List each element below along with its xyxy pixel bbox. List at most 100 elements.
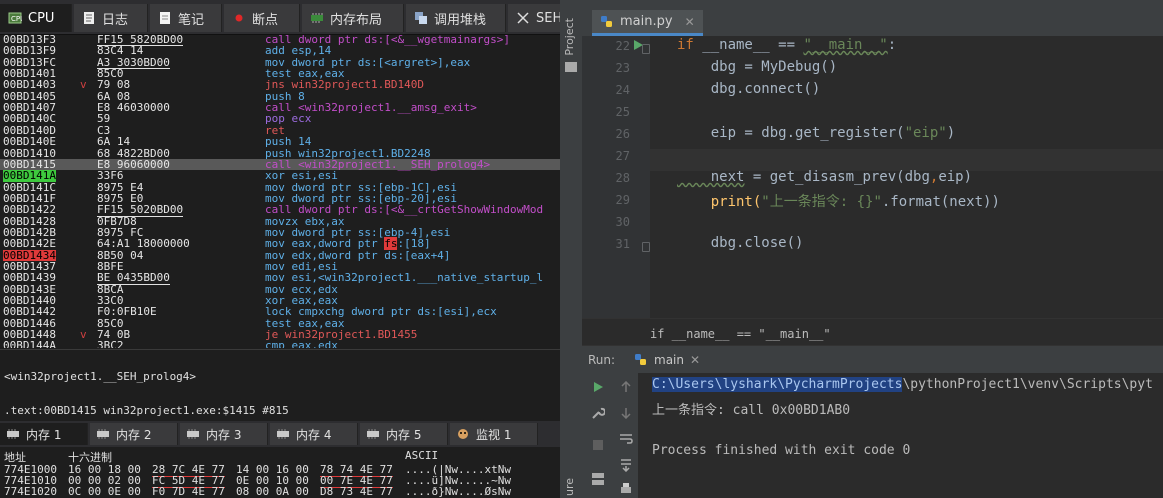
disasm-address: 00BD140E (3, 135, 56, 149)
console-command-line[interactable]: C:\Users\lyshark\PycharmProjects\pythonP… (652, 377, 1153, 392)
code-token: = get_disasm_prev(dbg (744, 169, 930, 185)
close-icon[interactable]: ✕ (690, 353, 700, 367)
soft-wrap-icon[interactable] (618, 431, 634, 447)
disasm-address: 00BD1422 (3, 203, 56, 217)
tab-breakpoint[interactable]: 断点 (224, 4, 300, 32)
dump-tab-bar: 内存 1 内存 2 内存 3 内存 4 内存 5 监视 1 (0, 421, 560, 447)
dump-tab-5[interactable]: 内存 5 (360, 423, 448, 445)
breakpoint-icon (232, 11, 246, 25)
dump-row[interactable]: 774E1020 0C 00 0E 00 F0 7D 4E 77 08 00 0A 0… (0, 485, 560, 498)
line-number: 27 (615, 149, 630, 163)
dump-row[interactable]: 774E1000 16 00 18 00 28 7C 4E 77 14 00 16 0… (0, 463, 560, 477)
stop-icon[interactable] (590, 437, 606, 453)
scroll-down-icon[interactable] (618, 405, 634, 421)
jump-arrow-icon: v (80, 328, 87, 342)
structure-tool-button[interactable]: ure (563, 478, 576, 496)
disasm-row[interactable]: 00BD141A 33F6 xor esi,esi (0, 169, 560, 183)
dump-tab-2[interactable]: 内存 2 (90, 423, 178, 445)
run-toolbar (582, 373, 638, 498)
disasm-instruction: add esp,14 (265, 44, 332, 58)
breadcrumb-item[interactable]: if __name__ == "__main__" (650, 327, 831, 341)
dump-ascii: ....ð}Nw....ØsNw (405, 485, 511, 498)
code-token: next (677, 169, 745, 185)
dump-addr: 774E1020 (4, 485, 57, 498)
info-location: .text:00BD1415 win32project1.exe:$1415 #… (4, 404, 289, 417)
tab-memory-map[interactable]: 内存布局 (302, 4, 404, 32)
tab-label: SEH (536, 10, 560, 26)
disasm-row[interactable]: 00BD142E 64:A1 18000000 mov eax,dword ptr … (0, 237, 560, 251)
fold-marker-icon[interactable] (642, 44, 650, 54)
code-line[interactable]: dbg = MyDebug() (677, 59, 837, 75)
dump-tab-1[interactable]: 内存 1 (0, 423, 88, 445)
tab-notes[interactable]: 笔记 (150, 4, 222, 32)
code-editor[interactable]: 22 23 24 25 26 27 28 29 30 31 if __name__ == "__ma… (582, 36, 1163, 318)
disasm-row[interactable]: 00BD140E 6A 14 push 14 (0, 135, 560, 149)
code-line[interactable]: print("上一条指令: {}".format(next)) (677, 191, 1000, 211)
dump-h3: 08 00 0A 00 (236, 485, 309, 498)
tab-main-py[interactable]: main.py ✕ (592, 10, 703, 36)
project-tool-button[interactable]: Project (563, 18, 576, 56)
breadcrumb[interactable]: if __name__ == "__main__" (582, 318, 1163, 345)
disassembly-view[interactable]: 00BD13F3 FF15 5820BD00 call dword ptr ds:[… (0, 34, 560, 348)
disasm-address: 00BD141A (3, 169, 56, 183)
scroll-to-end-icon[interactable] (618, 457, 634, 473)
code-token: ) (946, 125, 956, 141)
dump-row[interactable]: 774E1010 00 00 02 00 FC 5D 4E 77 0E 00 10 0… (0, 474, 560, 488)
layout-icon[interactable] (590, 471, 606, 487)
current-line-highlight (650, 149, 1163, 171)
dump-tab-4[interactable]: 内存 4 (270, 423, 358, 445)
run-tab-main[interactable]: main ✕ (628, 349, 706, 371)
dump-tab-3[interactable]: 内存 3 (180, 423, 268, 445)
disasm-row[interactable]: 00BD144A 3BC2 cmp eax,edx (0, 340, 560, 348)
tab-call-stack[interactable]: 调用堆栈 (406, 4, 506, 32)
dump-header-ascii: ASCII (405, 449, 439, 462)
disasm-row[interactable]: 00BD1439 BE 0435BD00 mov esi,<win32project… (0, 271, 560, 285)
disasm-address: 00BD1439 (3, 271, 56, 285)
info-panel: <win32project1.__SEH_prolog4> .text:00BD… (0, 349, 560, 422)
tab-label: 断点 (252, 12, 279, 28)
rerun-icon[interactable] (590, 379, 606, 395)
fold-marker-icon[interactable] (642, 242, 650, 252)
code-line[interactable]: eip = dbg.get_register("eip") (677, 125, 955, 141)
code-token: print( (677, 194, 762, 210)
memory-icon (96, 427, 110, 441)
code-line[interactable]: dbg.close() (677, 235, 804, 251)
dump-tab-label: 监视 1 (476, 427, 512, 442)
tool-window-strip: Project ure (560, 0, 583, 498)
disasm-bytes: 6A 14 (97, 135, 131, 149)
disasm-address: 00BD13F9 (3, 44, 56, 58)
dump-h1: 0C 00 0E 00 (68, 485, 141, 498)
tab-label: 日志 (102, 12, 129, 28)
line-number: 30 (615, 215, 630, 229)
dump-tab-6[interactable]: 监视 1 (450, 423, 538, 445)
memory-icon (6, 427, 20, 441)
close-icon[interactable]: ✕ (685, 15, 695, 29)
code-token: dbg = MyDebug() (677, 59, 838, 75)
call-stack-icon (414, 11, 428, 25)
code-line[interactable]: if __name__ == "__main__": (677, 37, 896, 53)
code-token: eip = dbg.get_register( (677, 125, 905, 141)
disasm-instruction: xor esi,esi (265, 169, 338, 183)
code-token: "上一条指令: {}" (761, 194, 882, 210)
disasm-instruction: push 14 (265, 135, 312, 149)
code-line[interactable]: next = get_disasm_prev(dbg,eip) (677, 169, 972, 185)
code-line[interactable]: dbg.connect() (677, 81, 821, 97)
tab-seh[interactable]: SEH (508, 4, 560, 32)
wrench-icon[interactable] (590, 405, 606, 421)
tab-cpu[interactable]: CPU CPU (0, 4, 72, 32)
disasm-bytes: 33F6 (97, 169, 124, 183)
info-symbol: <win32project1.__SEH_prolog4> (4, 370, 197, 383)
tab-log[interactable]: 日志 (74, 4, 148, 32)
code-token: "eip" (904, 125, 947, 141)
folder-icon (565, 62, 577, 72)
code-token: dbg.close() (677, 235, 804, 251)
disasm-row[interactable]: 00BD1422 FF15 5020BD00 call dword ptr ds:[… (0, 203, 560, 217)
print-icon[interactable] (618, 481, 634, 497)
tab-label: CPU (28, 10, 55, 26)
run-console[interactable]: C:\Users\lyshark\PycharmProjects\pythonP… (638, 373, 1163, 498)
memory-dump-view[interactable]: 地址 十六进制 ASCII 774E1000 16 00 18 00 28 7C 4… (0, 447, 560, 498)
disasm-row[interactable]: 00BD13F9 83C4 14 add esp,14 (0, 44, 560, 58)
watch-icon (456, 427, 470, 441)
code-token: __name__ == (693, 37, 804, 53)
scroll-up-icon[interactable] (618, 379, 634, 395)
